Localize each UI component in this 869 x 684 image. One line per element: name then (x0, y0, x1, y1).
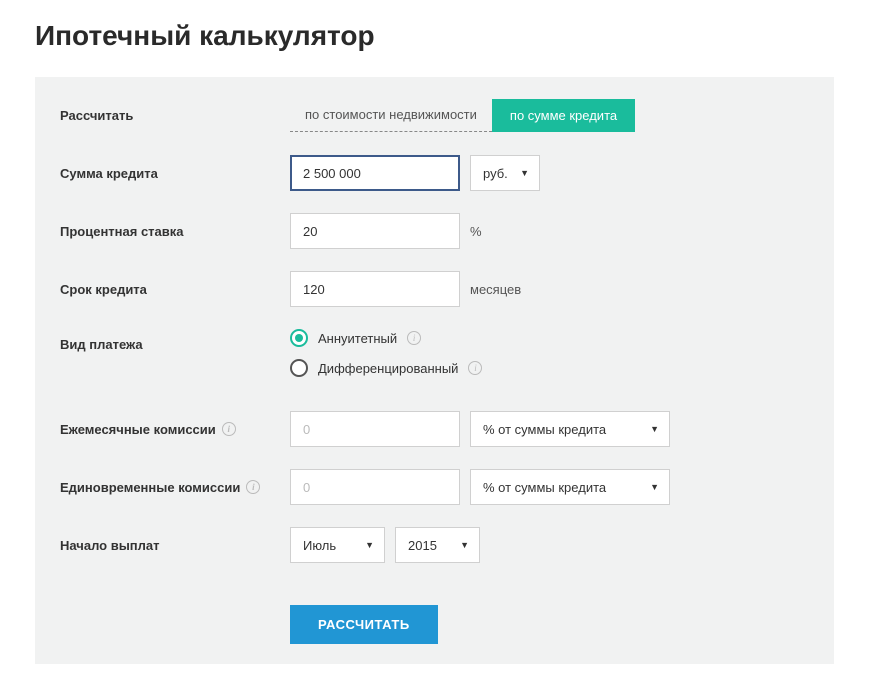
payment-type-label: Вид платежа (60, 329, 290, 352)
radio-annuity[interactable]: Аннуитетный i (290, 329, 482, 347)
radio-icon (290, 359, 308, 377)
currency-select[interactable]: руб. (470, 155, 540, 191)
calculate-button[interactable]: РАССЧИТАТЬ (290, 605, 438, 644)
start-payment-label: Начало выплат (60, 538, 290, 553)
start-year-select[interactable]: 2015 (395, 527, 480, 563)
loan-term-input[interactable] (290, 271, 460, 307)
monthly-commission-input[interactable] (290, 411, 460, 447)
onetime-commission-type-select[interactable]: % от суммы кредита (470, 469, 670, 505)
interest-rate-label: Процентная ставка (60, 224, 290, 239)
percent-unit: % (470, 224, 482, 239)
info-icon[interactable]: i (407, 331, 421, 345)
loan-term-label: Срок кредита (60, 282, 290, 297)
loan-amount-input[interactable] (290, 155, 460, 191)
monthly-commission-label: Ежемесячные комиссии i (60, 422, 290, 437)
interest-rate-input[interactable] (290, 213, 460, 249)
info-icon[interactable]: i (246, 480, 260, 494)
calculator-form: Рассчитать по стоимости недвижимости по … (35, 77, 834, 664)
tab-by-loan[interactable]: по сумме кредита (492, 99, 635, 132)
monthly-commission-type-select[interactable]: % от суммы кредита (470, 411, 670, 447)
page-title: Ипотечный калькулятор (35, 20, 834, 52)
onetime-commission-input[interactable] (290, 469, 460, 505)
calculate-by-label: Рассчитать (60, 108, 290, 123)
tab-by-property[interactable]: по стоимости недвижимости (290, 99, 492, 132)
onetime-commission-label: Единовременные комиссии i (60, 480, 290, 495)
radio-icon (290, 329, 308, 347)
months-unit: месяцев (470, 282, 521, 297)
info-icon[interactable]: i (468, 361, 482, 375)
loan-amount-label: Сумма кредита (60, 166, 290, 181)
start-month-select[interactable]: Июль (290, 527, 385, 563)
info-icon[interactable]: i (222, 422, 236, 436)
radio-differentiated[interactable]: Дифференцированный i (290, 359, 482, 377)
